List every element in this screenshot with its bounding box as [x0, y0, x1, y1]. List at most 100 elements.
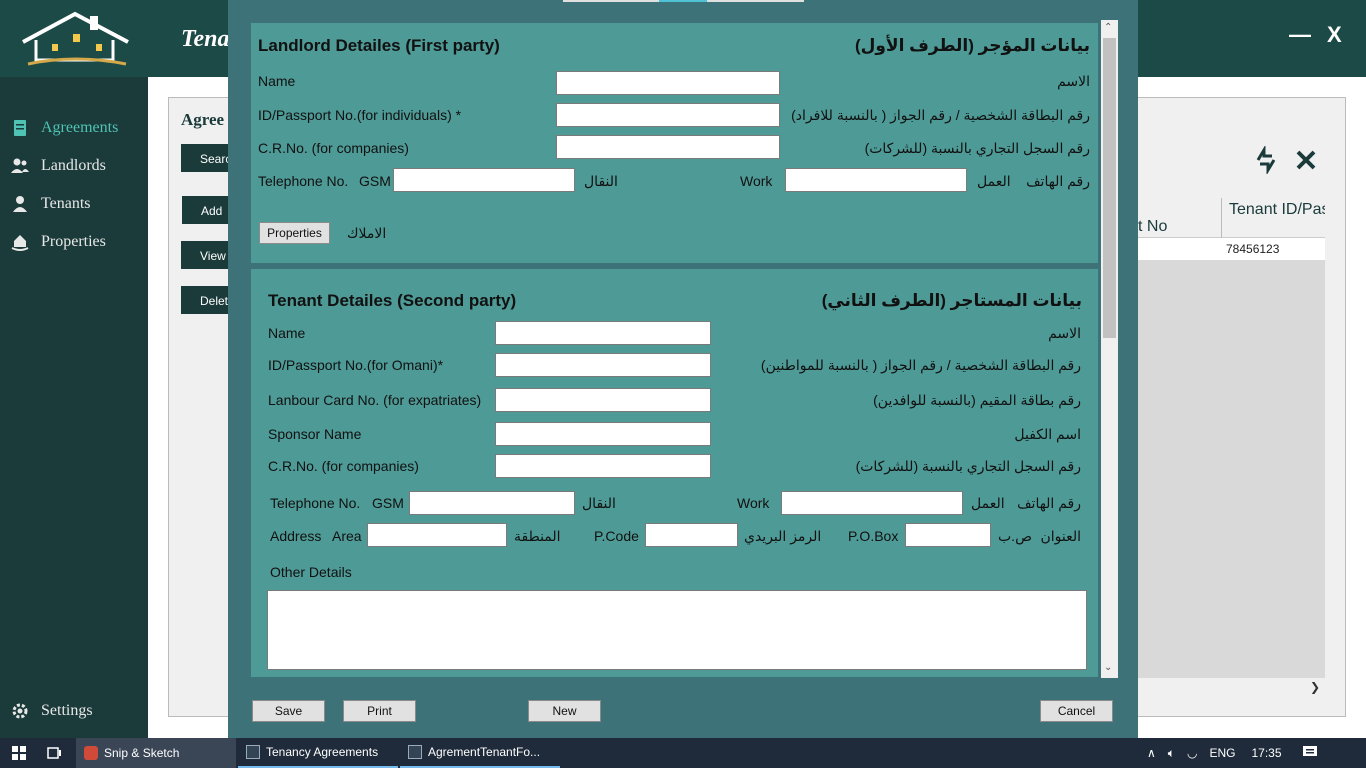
- landlord-tel-label-ar: رقم الهاتف: [1026, 173, 1090, 189]
- column-divider: [1221, 198, 1222, 238]
- tenant-name-label-ar: الاسم: [1048, 325, 1081, 341]
- scrollbar-thumb[interactable]: [1103, 38, 1116, 338]
- sidebar-item-properties[interactable]: Properties: [10, 230, 106, 254]
- print-button[interactable]: Print: [343, 700, 416, 722]
- logo-icon: [18, 10, 133, 68]
- agreements-table: [1138, 196, 1325, 678]
- landlord-name-input[interactable]: [556, 71, 780, 95]
- app-title: Tena: [181, 26, 230, 52]
- task-view-icon: [47, 747, 61, 759]
- taskbar-item-snip[interactable]: Snip & Sketch: [76, 738, 236, 768]
- tenant-area-label: Area: [332, 528, 362, 544]
- save-button[interactable]: Save: [252, 700, 325, 722]
- sidebar-item-tenants[interactable]: Tenants: [10, 192, 91, 216]
- landlord-work-label-ar: العمل: [977, 173, 1011, 189]
- sidebar-item-landlords[interactable]: Landlords: [10, 154, 106, 178]
- tenant-other-textarea[interactable]: [267, 590, 1087, 670]
- tenant-work-input[interactable]: [781, 491, 963, 515]
- tenant-cr-label: C.R.No. (for companies): [268, 458, 419, 474]
- tenant-work-label-ar: العمل: [971, 495, 1005, 511]
- tenant-cr-input[interactable]: [495, 454, 711, 478]
- tenant-id-input[interactable]: [495, 353, 711, 377]
- home-hand-icon: [11, 235, 29, 251]
- tenant-area-label-ar: المنطقة: [514, 528, 561, 544]
- language-indicator[interactable]: ENG: [1209, 746, 1235, 760]
- close-button[interactable]: X: [1327, 22, 1342, 48]
- windows-start-button[interactable]: [0, 738, 40, 768]
- tenant-tel-label-ar: رقم الهاتف: [1017, 495, 1081, 511]
- taskbar-item-agreement-form[interactable]: AgrementTenantFo...: [400, 738, 560, 768]
- properties-button[interactable]: Properties: [259, 222, 330, 244]
- tenant-pobox-input[interactable]: [905, 523, 991, 547]
- close-icon[interactable]: [1292, 146, 1320, 174]
- tenant-title-en: Tenant Detailes (Second party): [268, 291, 517, 310]
- toolbar-icons: [1252, 146, 1320, 174]
- tenant-pcode-input[interactable]: [645, 523, 738, 547]
- tenant-area-input[interactable]: [367, 523, 507, 547]
- tenant-other-label: Other Details: [270, 564, 352, 580]
- tenant-cr-label-ar: رقم السجل التجاري بالنسبة (للشركات): [855, 458, 1081, 474]
- tenant-labour-label: Lanbour Card No. (for expatriates): [268, 392, 482, 408]
- tenant-pobox-label: P.O.Box: [848, 528, 899, 544]
- horizontal-scrollbar[interactable]: [1138, 678, 1325, 696]
- tenant-tel-label: Telephone No.: [270, 495, 361, 511]
- chevron-up-icon[interactable]: ∧: [1147, 746, 1156, 760]
- landlord-title-ar: بيانات المؤجر (الطرف الأول): [854, 36, 1090, 55]
- chevron-right-icon[interactable]: ❯: [1310, 680, 1320, 694]
- tenant-pcode-label-ar: الرمز البريدي: [744, 528, 822, 544]
- tenant-address-label-ar: العنوان: [1040, 528, 1081, 544]
- sidebar-item-label: Tenants: [41, 195, 91, 212]
- tenant-name-input[interactable]: [495, 321, 711, 345]
- minimize-button[interactable]: —: [1289, 22, 1311, 48]
- agreement-icon: [14, 120, 26, 136]
- landlord-id-label: ID/Passport No.(for individuals) *: [258, 107, 462, 123]
- tenant-gsm-input[interactable]: [409, 491, 575, 515]
- taskbar-item-label: Snip & Sketch: [104, 746, 180, 760]
- chevron-down-icon[interactable]: ⌄: [1104, 662, 1112, 673]
- landlord-gsm-input[interactable]: [393, 168, 575, 192]
- windows-icon: [12, 746, 26, 760]
- landlord-id-input[interactable]: [556, 103, 780, 127]
- landlord-cr-input[interactable]: [556, 135, 780, 159]
- sidebar-item-label: Settings: [41, 702, 93, 719]
- sidebar-item-agreements[interactable]: Agreements: [10, 116, 118, 140]
- system-tray: ∧ 🔈︎ ◡ ENG 17:35: [1147, 738, 1318, 768]
- tenant-name-label: Name: [268, 325, 306, 341]
- landlord-gsm-label: GSM: [359, 173, 391, 189]
- landlord-title-en: Landlord Detailes (First party): [258, 36, 500, 55]
- app-window-icon: [246, 745, 260, 759]
- chevron-up-icon[interactable]: ⌃: [1104, 22, 1112, 33]
- dialog-tab-active[interactable]: [659, 0, 707, 2]
- tenant-labour-label-ar: رقم بطاقة المقيم (بالنسبة للوافدين): [873, 392, 1081, 408]
- sidebar-item-label: Agreements: [41, 119, 119, 136]
- tenant-sponsor-input[interactable]: [495, 422, 711, 446]
- tenant-address-label: Address: [270, 528, 322, 544]
- landlord-tel-label: Telephone No.: [258, 173, 349, 189]
- taskbar-item-tenancy[interactable]: Tenancy Agreements: [238, 738, 398, 768]
- clock[interactable]: 17:35: [1252, 746, 1282, 760]
- landlord-name-label-ar: الاسم: [1057, 73, 1090, 89]
- taskbar-item-label: AgrementTenantFo...: [428, 745, 541, 759]
- landlord-id-label-ar: رقم البطاقة الشخصية / رقم الجواز ( بالنس…: [791, 107, 1090, 123]
- speaker-icon[interactable]: 🔈︎: [1168, 746, 1175, 761]
- tenant-pobox-label-ar: ص.ب: [998, 528, 1032, 544]
- notification-icon[interactable]: [1302, 745, 1318, 762]
- refresh-icon[interactable]: [1252, 146, 1280, 174]
- landlord-work-input[interactable]: [785, 168, 967, 192]
- tenant-title-ar: بيانات المستاجر (الطرف الثاني): [821, 291, 1082, 310]
- tenant-sponsor-label: Sponsor Name: [268, 426, 362, 442]
- taskbar: Snip & Sketch Tenancy Agreements Agremen…: [0, 738, 1366, 768]
- task-view-button[interactable]: [40, 738, 74, 768]
- column-header-tenant[interactable]: Tenant ID/Passport N: [1229, 200, 1325, 219]
- cancel-button[interactable]: Cancel: [1040, 700, 1113, 722]
- page-title: Agree: [181, 110, 225, 129]
- sidebar-item-label: Properties: [41, 233, 106, 250]
- tenant-labour-input[interactable]: [495, 388, 711, 412]
- landlord-gsm-label-ar: النقال: [584, 173, 618, 189]
- sidebar-item-settings[interactable]: Settings: [10, 699, 93, 723]
- app-window-icon: [408, 745, 422, 759]
- new-button[interactable]: New: [528, 700, 601, 722]
- column-header-no[interactable]: t No: [1138, 218, 1167, 236]
- wifi-icon[interactable]: ◡: [1187, 746, 1197, 760]
- landlord-name-label: Name: [258, 73, 296, 89]
